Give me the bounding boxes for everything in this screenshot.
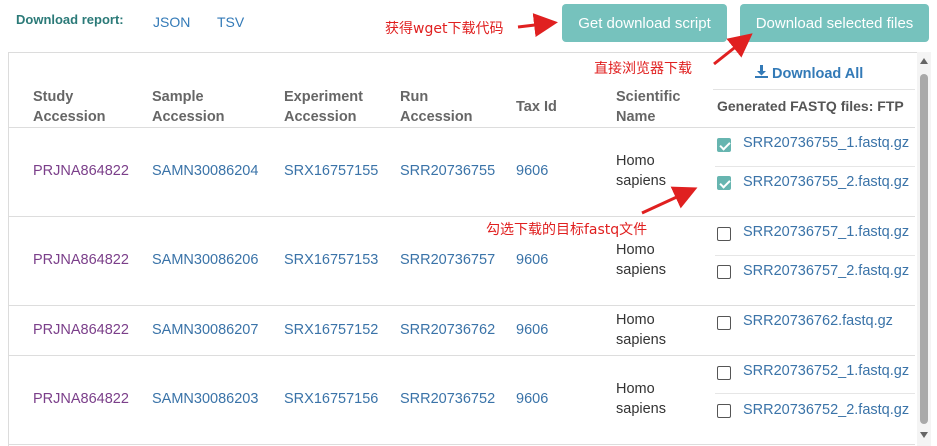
file-checkbox[interactable] xyxy=(717,404,731,418)
scroll-down-arrow-icon[interactable] xyxy=(920,432,928,438)
annotation-browser: 直接浏览器下载 xyxy=(594,61,692,77)
json-report-link[interactable]: JSON xyxy=(153,14,190,30)
file-checkbox[interactable] xyxy=(717,227,731,241)
file-checkbox[interactable] xyxy=(717,176,731,190)
scroll-up-arrow-icon[interactable] xyxy=(920,58,928,64)
fastq-file-link[interactable]: SRR20736757_1.fastq.gz xyxy=(743,224,909,240)
vertical-scrollbar[interactable] xyxy=(917,52,931,446)
run-accession-link[interactable]: SRR20736757 xyxy=(400,250,495,270)
experiment-accession-link[interactable]: SRX16757156 xyxy=(284,389,378,409)
fastq-file-link[interactable]: SRR20736755_1.fastq.gz xyxy=(743,135,909,151)
ftp-header-divider xyxy=(713,89,915,90)
sample-accession-link[interactable]: SAMN30086204 xyxy=(152,161,258,181)
run-accession-link[interactable]: SRR20736762 xyxy=(400,320,495,340)
tax-id-link[interactable]: 9606 xyxy=(516,250,548,270)
tsv-report-link[interactable]: TSV xyxy=(217,14,244,30)
experiment-accession-link[interactable]: SRX16757152 xyxy=(284,320,378,340)
fastq-file-link[interactable]: SRR20736757_2.fastq.gz xyxy=(743,263,909,279)
results-table: Study Accession Sample Accession Experimen… xyxy=(8,52,917,446)
run-accession-link[interactable]: SRR20736752 xyxy=(400,389,495,409)
header-tax-id[interactable]: Tax Id xyxy=(516,97,557,117)
study-accession-link[interactable]: PRJNA864822 xyxy=(33,320,129,340)
download-selected-files-button[interactable]: Download selected files xyxy=(740,4,929,42)
download-all-link[interactable]: Download All xyxy=(755,65,863,82)
scientific-name: Homo sapiens xyxy=(616,312,666,348)
row-divider xyxy=(9,216,915,217)
scientific-name: Homo sapiens xyxy=(616,153,666,189)
fastq-file-link[interactable]: SRR20736752_1.fastq.gz xyxy=(743,363,909,379)
sample-accession-link[interactable]: SAMN30086207 xyxy=(152,320,258,340)
scientific-name: Homo sapiens xyxy=(616,381,666,417)
sample-accession-link[interactable]: SAMN30086203 xyxy=(152,389,258,409)
file-divider xyxy=(715,393,915,394)
run-accession-link[interactable]: SRR20736755 xyxy=(400,161,495,181)
header-experiment-accession[interactable]: Experiment Accession xyxy=(284,87,363,127)
tax-id-link[interactable]: 9606 xyxy=(516,161,548,181)
study-accession-link[interactable]: PRJNA864822 xyxy=(33,389,129,409)
experiment-accession-link[interactable]: SRX16757155 xyxy=(284,161,378,181)
annotation-wget: 获得wget下载代码 xyxy=(385,21,504,37)
file-checkbox[interactable] xyxy=(717,265,731,279)
file-checkbox[interactable] xyxy=(717,366,731,380)
header-sample-accession[interactable]: Sample Accession xyxy=(152,87,225,127)
row-divider xyxy=(9,305,915,306)
download-icon xyxy=(755,65,768,82)
tax-id-link[interactable]: 9606 xyxy=(516,320,548,340)
header-study-accession[interactable]: Study Accession xyxy=(33,87,106,127)
download-report-label: Download report: xyxy=(16,12,124,27)
row-divider xyxy=(9,355,915,356)
file-checkbox[interactable] xyxy=(717,138,731,152)
study-accession-link[interactable]: PRJNA864822 xyxy=(33,250,129,270)
tax-id-link[interactable]: 9606 xyxy=(516,389,548,409)
file-checkbox[interactable] xyxy=(717,316,731,330)
header-run-accession[interactable]: Run Accession xyxy=(400,87,473,127)
arrow-to-script-button xyxy=(517,13,558,38)
fastq-file-link[interactable]: SRR20736752_2.fastq.gz xyxy=(743,402,909,418)
row-divider xyxy=(9,444,915,445)
fastq-file-link[interactable]: SRR20736762.fastq.gz xyxy=(743,313,893,329)
get-download-script-button[interactable]: Get download script xyxy=(562,4,727,42)
study-accession-link[interactable]: PRJNA864822 xyxy=(33,161,129,181)
annotation-select: 勾选下载的目标fastq文件 xyxy=(486,222,648,238)
file-divider xyxy=(715,166,915,167)
header-scientific-name[interactable]: Scientific Name xyxy=(616,87,680,127)
file-divider xyxy=(715,255,915,256)
sample-accession-link[interactable]: SAMN30086206 xyxy=(152,250,258,270)
scientific-name: Homo sapiens xyxy=(616,242,666,278)
fastq-file-link[interactable]: SRR20736755_2.fastq.gz xyxy=(743,174,909,190)
header-ftp-files: Generated FASTQ files: FTP xyxy=(717,98,904,114)
scrollbar-thumb[interactable] xyxy=(920,74,928,424)
experiment-accession-link[interactable]: SRX16757153 xyxy=(284,250,378,270)
row-divider xyxy=(9,127,915,128)
